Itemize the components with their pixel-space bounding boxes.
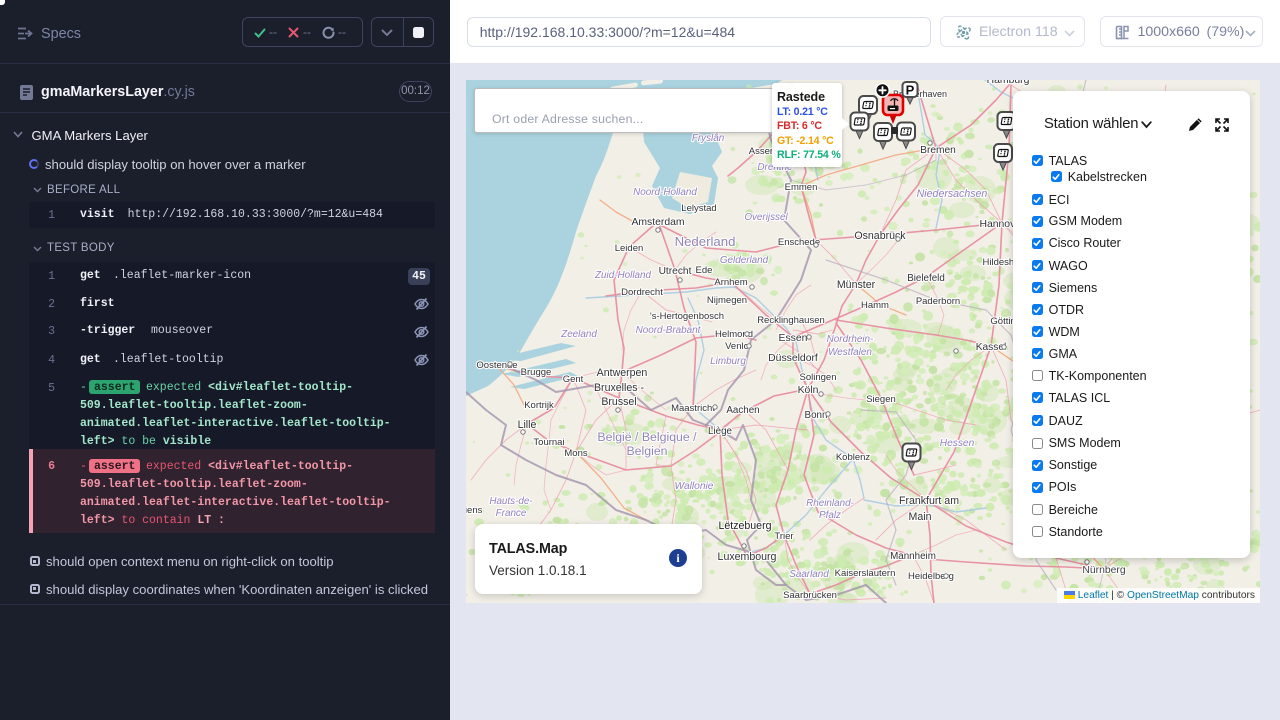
svg-text:Aachen: Aachen bbox=[726, 405, 759, 416]
svg-text:Luxembourg: Luxembourg bbox=[718, 551, 777, 563]
svg-text:Belgien: Belgien bbox=[626, 444, 667, 458]
svg-text:Rheinland-: Rheinland- bbox=[806, 498, 854, 509]
svg-text:Venlo: Venlo bbox=[725, 341, 749, 352]
svg-text:Mannheim: Mannheim bbox=[890, 551, 936, 562]
svg-text:België / Belgique /: België / Belgique / bbox=[597, 430, 697, 444]
svg-text:Nijmegen: Nijmegen bbox=[707, 295, 747, 306]
svg-text:Emmen: Emmen bbox=[785, 182, 818, 193]
svg-text:Lelystad: Lelystad bbox=[681, 203, 716, 214]
svg-text:Noord-Brabant: Noord-Brabant bbox=[636, 325, 702, 336]
svg-text:Brugge: Brugge bbox=[521, 367, 552, 378]
svg-text:Ede: Ede bbox=[696, 265, 713, 276]
svg-text:'s-Hertogenbosch: 's-Hertogenbosch bbox=[650, 311, 724, 322]
svg-text:Hamburg: Hamburg bbox=[987, 80, 1030, 86]
svg-text:Zeeland: Zeeland bbox=[560, 329, 597, 340]
svg-text:Lille: Lille bbox=[518, 419, 537, 431]
svg-text:Hessen: Hessen bbox=[940, 438, 975, 449]
svg-text:Dordrecht: Dordrecht bbox=[621, 287, 663, 298]
svg-text:Kortrijk: Kortrijk bbox=[524, 400, 554, 411]
svg-text:Bruxelles -: Bruxelles - bbox=[594, 382, 645, 394]
svg-text:Brussel: Brussel bbox=[601, 396, 636, 408]
svg-text:Nederland: Nederland bbox=[675, 234, 736, 249]
svg-text:Antwerpen: Antwerpen bbox=[597, 367, 648, 379]
svg-text:Kaiserslautern: Kaiserslautern bbox=[835, 568, 896, 579]
svg-text:Liège: Liège bbox=[708, 426, 733, 437]
svg-text:Trier: Trier bbox=[774, 531, 793, 542]
svg-text:Overijssel: Overijssel bbox=[744, 212, 788, 223]
svg-text:Gelderland: Gelderland bbox=[720, 255, 769, 266]
svg-text:Saarland: Saarland bbox=[789, 569, 829, 580]
svg-text:Münster: Münster bbox=[837, 279, 876, 291]
svg-text:niens: niens bbox=[466, 505, 483, 516]
svg-text:Köln: Köln bbox=[798, 385, 819, 396]
svg-text:Essen: Essen bbox=[779, 333, 808, 344]
svg-text:Noord-Holland: Noord-Holland bbox=[633, 187, 697, 198]
svg-text:Tournai: Tournai bbox=[533, 437, 564, 448]
svg-text:Bremerhaven: Bremerhaven bbox=[893, 89, 947, 99]
svg-text:Maastricht: Maastricht bbox=[671, 403, 715, 414]
svg-text:Utrecht: Utrecht bbox=[659, 266, 692, 277]
svg-text:Paderborn: Paderborn bbox=[916, 296, 960, 307]
svg-text:France: France bbox=[496, 508, 527, 519]
svg-text:Pfalz: Pfalz bbox=[819, 510, 841, 521]
svg-text:Leiden: Leiden bbox=[615, 243, 644, 254]
svg-text:Bielefeld: Bielefeld bbox=[907, 273, 945, 284]
svg-text:Gent: Gent bbox=[563, 374, 584, 385]
svg-text:Frankfurt am: Frankfurt am bbox=[899, 495, 959, 507]
svg-text:Recklinghausen: Recklinghausen bbox=[757, 315, 825, 326]
svg-text:Lëtzebuerg: Lëtzebuerg bbox=[718, 520, 771, 532]
svg-text:Main: Main bbox=[909, 511, 932, 523]
svg-text:Solingen: Solingen bbox=[800, 372, 837, 383]
svg-text:Limburg: Limburg bbox=[710, 356, 746, 367]
svg-text:Hamm: Hamm bbox=[861, 300, 889, 311]
svg-text:Fryslân: Fryslân bbox=[692, 133, 725, 144]
svg-text:Hauts-de-: Hauts-de- bbox=[489, 496, 533, 507]
svg-text:Nürnberg: Nürnberg bbox=[1082, 565, 1126, 576]
svg-text:Düsseldorf: Düsseldorf bbox=[768, 353, 818, 364]
svg-text:Siegen: Siegen bbox=[866, 394, 896, 405]
svg-text:Wallonie: Wallonie bbox=[675, 481, 714, 492]
svg-text:Bonn: Bonn bbox=[805, 410, 828, 421]
svg-text:Arnhem: Arnhem bbox=[714, 277, 747, 288]
svg-text:Zuid-Holland: Zuid-Holland bbox=[594, 270, 651, 281]
svg-text:Niedersachsen: Niedersachsen bbox=[917, 188, 988, 200]
svg-text:Westfalen: Westfalen bbox=[828, 347, 872, 358]
svg-text:Bremen: Bremen bbox=[920, 145, 956, 156]
svg-text:Nordrhein-: Nordrhein- bbox=[827, 334, 874, 345]
svg-text:Saarbrücken: Saarbrücken bbox=[783, 590, 837, 601]
svg-text:Amsterdam: Amsterdam bbox=[631, 217, 684, 228]
svg-text:Mons: Mons bbox=[564, 448, 587, 459]
svg-text:Koblenz: Koblenz bbox=[836, 452, 871, 463]
